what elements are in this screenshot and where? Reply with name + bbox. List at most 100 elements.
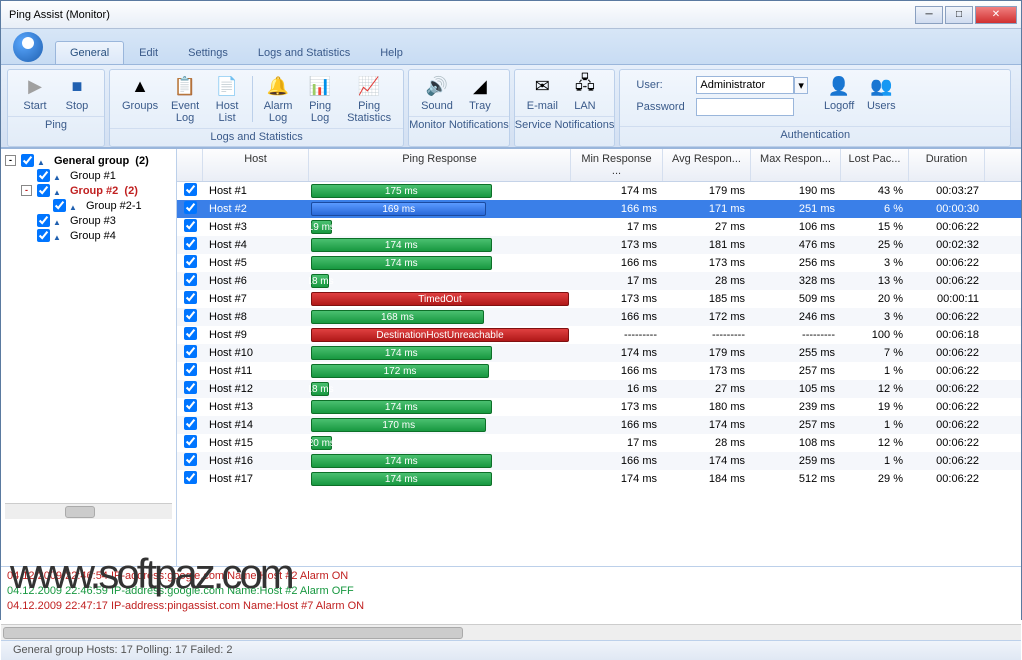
ribbon-logoff[interactable]: 👤Logoff: [818, 72, 860, 124]
row-checkbox[interactable]: [184, 183, 197, 196]
user-input[interactable]: [696, 76, 794, 94]
row-checkbox[interactable]: [184, 471, 197, 484]
table-row[interactable]: Host #1175 ms174 ms179 ms190 ms43 %00:03…: [177, 182, 1021, 200]
ribbon-ping-log[interactable]: 📊PingLog: [299, 72, 341, 126]
row-checkbox[interactable]: [184, 363, 197, 376]
tree-checkbox[interactable]: [53, 199, 66, 212]
tree-toggle-icon[interactable]: -: [5, 155, 16, 166]
ribbon-ping-statistics[interactable]: 📈PingStatistics: [341, 72, 397, 126]
column-header[interactable]: Host: [203, 149, 309, 181]
duration-cell: 00:00:11: [909, 293, 985, 305]
tree-scrollbar[interactable]: [5, 503, 172, 519]
group-icon: [69, 201, 83, 211]
table-row[interactable]: Host #1218 ms16 ms27 ms105 ms12 %00:06:2…: [177, 380, 1021, 398]
grid-header[interactable]: HostPing ResponseMin Response ...Avg Res…: [177, 149, 1021, 182]
table-row[interactable]: Host #4174 ms173 ms181 ms476 ms25 %00:02…: [177, 236, 1021, 254]
tree-checkbox[interactable]: [37, 169, 50, 182]
tree-toggle-icon[interactable]: -: [21, 185, 32, 196]
table-row[interactable]: Host #10174 ms174 ms179 ms255 ms7 %00:06…: [177, 344, 1021, 362]
tree-checkbox[interactable]: [37, 184, 50, 197]
response-cell: 172 ms: [309, 363, 571, 379]
row-checkbox[interactable]: [184, 255, 197, 268]
avg-cell: 181 ms: [663, 239, 751, 251]
response-bar: 170 ms: [311, 418, 486, 432]
ribbon-start[interactable]: ▶Start: [14, 72, 56, 114]
table-row[interactable]: Host #1520 ms17 ms28 ms108 ms12 %00:06:2…: [177, 434, 1021, 452]
password-input[interactable]: [696, 98, 794, 116]
row-checkbox[interactable]: [184, 309, 197, 322]
table-row[interactable]: Host #319 ms17 ms27 ms106 ms15 %00:06:22: [177, 218, 1021, 236]
close-button[interactable]: ✕: [975, 6, 1017, 24]
table-row[interactable]: Host #14170 ms166 ms174 ms257 ms1 %00:06…: [177, 416, 1021, 434]
minimize-button[interactable]: ─: [915, 6, 943, 24]
tree-node-group-4[interactable]: Group #4: [5, 228, 172, 243]
column-header[interactable]: Ping Response: [309, 149, 571, 181]
user-dropdown-icon[interactable]: ▾: [794, 77, 808, 94]
table-row[interactable]: Host #2169 ms166 ms171 ms251 ms6 %00:00:…: [177, 200, 1021, 218]
row-checkbox[interactable]: [184, 399, 197, 412]
row-checkbox[interactable]: [184, 291, 197, 304]
column-header[interactable]: Duration: [909, 149, 985, 181]
row-checkbox[interactable]: [184, 237, 197, 250]
ribbon-stop[interactable]: ■Stop: [56, 72, 98, 114]
row-checkbox[interactable]: [184, 345, 197, 358]
host-grid: HostPing ResponseMin Response ...Avg Res…: [177, 149, 1021, 566]
tree-node-group-2-1[interactable]: Group #2-1: [5, 198, 172, 213]
row-checkbox[interactable]: [184, 219, 197, 232]
min-cell: 166 ms: [571, 257, 663, 269]
log-panel[interactable]: 04.12.2009 22:46:54 IP-address:google.co…: [1, 566, 1021, 624]
row-checkbox[interactable]: [184, 201, 197, 214]
table-row[interactable]: Host #11172 ms166 ms173 ms257 ms1 %00:06…: [177, 362, 1021, 380]
ribbon-event-log[interactable]: 📋EventLog: [164, 72, 206, 126]
ribbon-label: Users: [867, 100, 896, 112]
row-checkbox[interactable]: [184, 327, 197, 340]
tree-checkbox[interactable]: [37, 214, 50, 227]
ribbon-sound[interactable]: 🔊Sound: [415, 72, 459, 114]
table-row[interactable]: Host #5174 ms166 ms173 ms256 ms3 %00:06:…: [177, 254, 1021, 272]
column-header[interactable]: Min Response ...: [571, 149, 663, 181]
lost-cell: 7 %: [841, 347, 909, 359]
duration-cell: 00:06:22: [909, 455, 985, 467]
tab-edit[interactable]: Edit: [124, 41, 173, 64]
ribbon-e-mail[interactable]: ✉E-mail: [521, 72, 564, 114]
ribbon-host-list[interactable]: 📄HostList: [206, 72, 248, 126]
row-checkbox[interactable]: [184, 273, 197, 286]
table-row[interactable]: Host #13174 ms173 ms180 ms239 ms19 %00:0…: [177, 398, 1021, 416]
log-scrollbar[interactable]: [1, 624, 1021, 640]
table-row[interactable]: Host #7TimedOut173 ms185 ms509 ms20 %00:…: [177, 290, 1021, 308]
ribbon-users[interactable]: 👥Users: [860, 72, 902, 124]
tab-settings[interactable]: Settings: [173, 41, 243, 64]
table-row[interactable]: Host #16174 ms166 ms174 ms259 ms1 %00:06…: [177, 452, 1021, 470]
row-checkbox[interactable]: [184, 453, 197, 466]
ribbon-groups[interactable]: ▲Groups: [116, 72, 164, 126]
grid-body[interactable]: Host #1175 ms174 ms179 ms190 ms43 %00:03…: [177, 182, 1021, 566]
tree-node-group-1[interactable]: Group #1: [5, 168, 172, 183]
duration-cell: 00:03:27: [909, 185, 985, 197]
tab-general[interactable]: General: [55, 41, 124, 64]
maximize-button[interactable]: □: [945, 6, 973, 24]
row-checkbox[interactable]: [184, 381, 197, 394]
avg-cell: 172 ms: [663, 311, 751, 323]
tree-node-general-group[interactable]: -General group (2): [5, 153, 172, 168]
ribbon-lan[interactable]: 🖧LAN: [564, 72, 606, 114]
row-checkbox[interactable]: [184, 417, 197, 430]
column-header[interactable]: [177, 149, 203, 181]
table-row[interactable]: Host #8168 ms166 ms172 ms246 ms3 %00:06:…: [177, 308, 1021, 326]
tab-help[interactable]: Help: [365, 41, 418, 64]
column-header[interactable]: Max Respon...: [751, 149, 841, 181]
table-row[interactable]: Host #618 ms17 ms28 ms328 ms13 %00:06:22: [177, 272, 1021, 290]
tree-node-group-3[interactable]: Group #3: [5, 213, 172, 228]
table-row[interactable]: Host #9DestinationHostUnreachable-------…: [177, 326, 1021, 344]
ribbon-alarm-log[interactable]: 🔔AlarmLog: [257, 72, 299, 126]
host-cell: Host #16: [203, 455, 309, 467]
tab-logs-and-statistics[interactable]: Logs and Statistics: [243, 41, 365, 64]
ribbon-tray[interactable]: ◢Tray: [459, 72, 501, 114]
column-header[interactable]: Avg Respon...: [663, 149, 751, 181]
table-row[interactable]: Host #17174 ms174 ms184 ms512 ms29 %00:0…: [177, 470, 1021, 488]
row-checkbox[interactable]: [184, 435, 197, 448]
group-tree[interactable]: -General group (2)Group #1-Group #2 (2)G…: [1, 149, 177, 566]
column-header[interactable]: Lost Pac...: [841, 149, 909, 181]
tree-checkbox[interactable]: [37, 229, 50, 242]
tree-node-group-2[interactable]: -Group #2 (2): [5, 183, 172, 198]
tree-checkbox[interactable]: [21, 154, 34, 167]
